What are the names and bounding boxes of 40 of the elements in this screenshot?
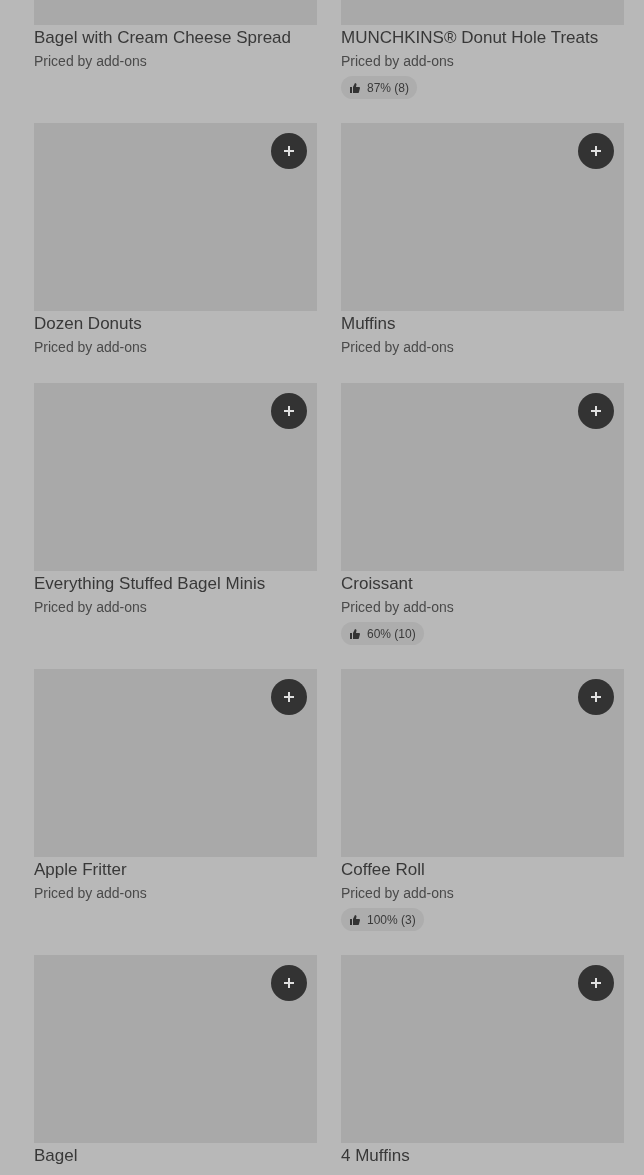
item-name: Croissant [341,573,414,595]
plus-icon [590,145,602,157]
thumbs-up-icon [349,81,361,94]
rating-badge: 87% (8) [341,76,418,99]
add-button[interactable] [271,393,307,429]
item-name: 4 Muffins [341,1145,411,1167]
plus-icon [283,977,295,989]
item-price: Priced by add-ons [34,338,148,357]
item-name: MUNCHKINS® Donut Hole Treats [341,27,600,49]
add-button[interactable] [578,133,614,169]
item-price: Priced by add-ons [34,52,148,71]
plus-icon [590,405,602,417]
plus-icon [283,145,295,157]
thumbs-up-icon [349,913,361,926]
rating-badge: 100% (3) [341,908,424,931]
item-name: Dozen Donuts [34,313,143,335]
item-price: Priced by add-ons [341,338,455,357]
add-button[interactable] [271,965,307,1001]
plus-icon [590,691,602,703]
item-name: Muffins [341,313,397,335]
item-price: Priced by add-ons [34,598,148,617]
plus-icon [590,977,602,989]
item-name: Bagel [34,1145,79,1167]
item-price: Priced by add-ons [341,598,455,617]
plus-icon [283,405,295,417]
add-button[interactable] [578,965,614,1001]
item-name: Coffee Roll [341,859,426,881]
item-price: Priced by add-ons [341,884,455,903]
item-name: Bagel with Cream Cheese Spread [34,27,293,49]
add-button[interactable] [578,679,614,715]
plus-icon [283,691,295,703]
add-button[interactable] [271,133,307,169]
item-name: Everything Stuffed Bagel Minis [34,573,267,595]
item-name: Apple Fritter [34,859,128,881]
add-button[interactable] [271,679,307,715]
add-button[interactable] [578,393,614,429]
thumbs-up-icon [349,627,361,640]
item-price: Priced by add-ons [341,52,455,71]
item-price: Priced by add-ons [34,884,148,903]
rating-badge: 60% (10) [341,622,424,645]
